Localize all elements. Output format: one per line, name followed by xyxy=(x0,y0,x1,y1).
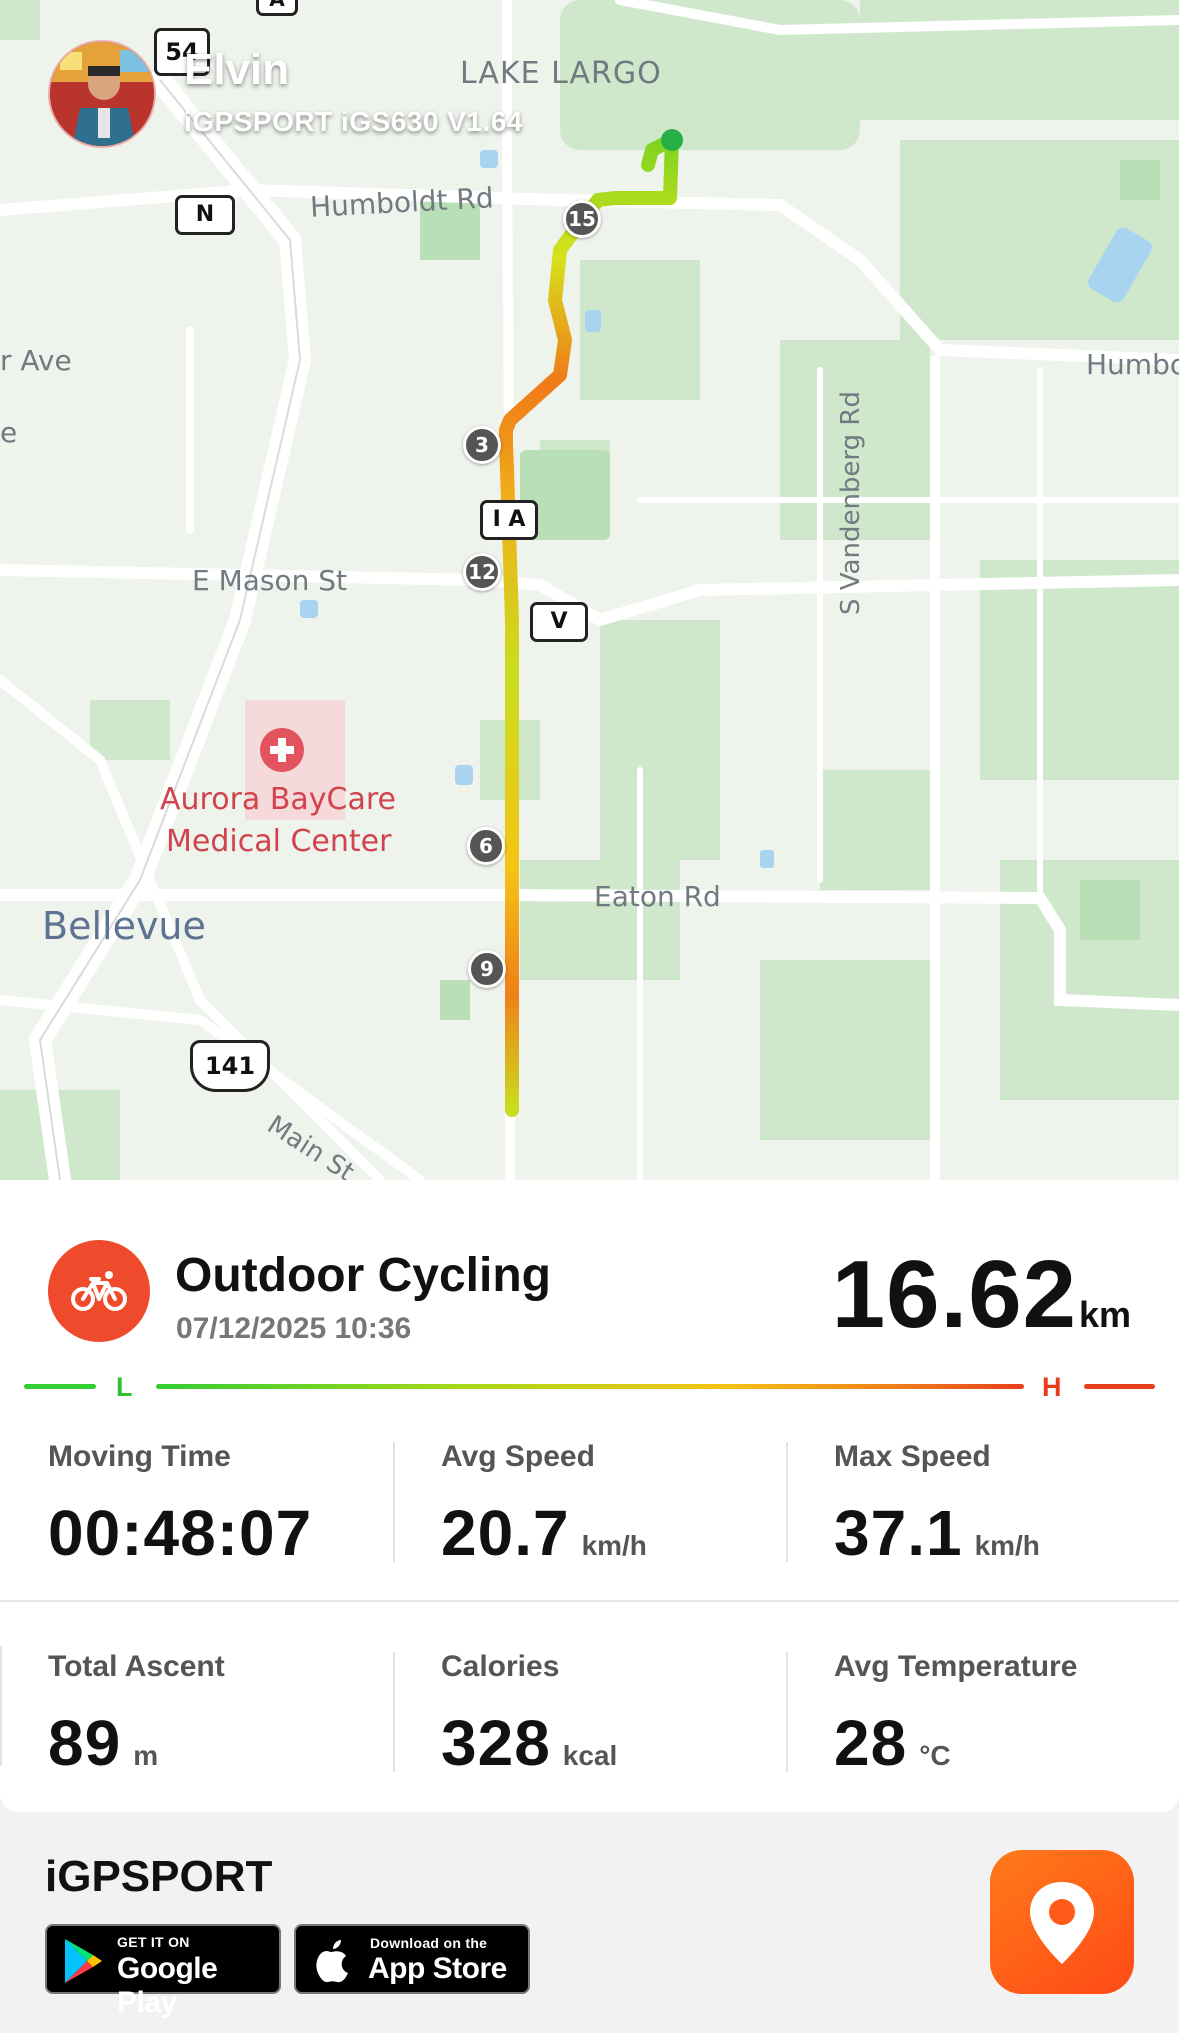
stat-value: 37.1 xyxy=(834,1497,963,1569)
apple-icon xyxy=(316,1940,348,1983)
route-start-dot xyxy=(661,129,683,151)
stat-value: 89 xyxy=(48,1707,122,1779)
stat-total-ascent: Total Ascent 89 m xyxy=(0,1640,393,1800)
activity-header: Outdoor Cycling 07/12/2025 10:36 16.62 k… xyxy=(48,1240,1131,1350)
stat-value: 328 xyxy=(441,1707,551,1779)
stat-avg-temperature: Avg Temperature 28 °C xyxy=(786,1640,1179,1800)
map-label-r-ave: r Ave xyxy=(0,344,72,377)
stat-label: Moving Time xyxy=(48,1440,231,1473)
app-store-small-text: Download on the xyxy=(370,1935,488,1951)
lap-marker[interactable]: 9 xyxy=(468,950,506,988)
stat-label: Avg Temperature xyxy=(834,1650,1078,1683)
stat-value: 00:48:07 xyxy=(48,1497,313,1569)
stat-unit: km/h xyxy=(974,1530,1040,1561)
stat-label: Avg Speed xyxy=(441,1440,595,1473)
map-background xyxy=(0,0,1179,1180)
map-label-bellevue: Bellevue xyxy=(42,904,206,948)
app-store-button[interactable]: Download on the App Store xyxy=(294,1924,530,1994)
stat-avg-speed: Avg Speed 20.7 km/h xyxy=(393,1430,786,1590)
map-label-hospital-line1: Aurora BayCare xyxy=(160,782,397,817)
stat-label: Total Ascent xyxy=(48,1650,225,1683)
app-store-big-text: App Store xyxy=(368,1952,507,1985)
stat-value: 28 xyxy=(834,1707,908,1779)
legend-low-label: L xyxy=(116,1372,133,1402)
lap-marker[interactable]: 3 xyxy=(463,426,501,464)
road-shield-ia: I A xyxy=(480,500,538,540)
legend-high-bar xyxy=(1084,1384,1155,1389)
speed-color-legend: L H xyxy=(24,1372,1155,1402)
distance-unit: km xyxy=(1078,1294,1131,1335)
map-label-hospital-line2: Medical Center xyxy=(166,824,392,859)
map-label-s-vandenberg-rd: S Vandenberg Rd xyxy=(836,391,866,615)
stat-label: Max Speed xyxy=(834,1440,991,1473)
activity-title: Outdoor Cycling xyxy=(175,1249,551,1302)
lap-marker[interactable]: 15 xyxy=(563,200,601,238)
avatar[interactable] xyxy=(48,40,156,148)
legend-gradient-bar xyxy=(156,1384,1024,1389)
map-label-e-edge: e xyxy=(0,416,18,449)
stats-row-2: Total Ascent 89 m Calories 328 kcal Avg … xyxy=(0,1640,1179,1800)
road-shield-141: 141 xyxy=(190,1040,270,1092)
google-play-button[interactable]: GET IT ON Google Play xyxy=(45,1924,281,2019)
map-label-humboldt-east: Humbo xyxy=(1086,348,1179,381)
road-shield-v: V xyxy=(530,602,588,642)
bicycle-icon xyxy=(48,1240,150,1342)
activity-summary-card: Outdoor Cycling 07/12/2025 10:36 16.62 k… xyxy=(0,1180,1179,1812)
stat-max-speed: Max Speed 37.1 km/h xyxy=(786,1430,1179,1590)
user-header: Elvin iGPSPORT iGS630 V1.64 xyxy=(48,40,523,148)
footer: iGPSPORT GET IT ON Google Play Download … xyxy=(0,1812,1179,2033)
distance-value: 16.62 xyxy=(831,1241,1077,1348)
stat-calories: Calories 328 kcal xyxy=(393,1640,786,1800)
stat-unit: m xyxy=(133,1740,159,1771)
user-name: Elvin xyxy=(184,45,290,94)
activity-datetime: 07/12/2025 10:36 xyxy=(176,1312,412,1345)
distance-total: 16.62 km xyxy=(832,1240,1131,1350)
google-play-small-text: GET IT ON xyxy=(117,1934,190,1950)
stat-moving-time: Moving Time 00:48:07 xyxy=(0,1430,393,1590)
lap-marker[interactable]: 12 xyxy=(463,553,501,591)
stat-value: 20.7 xyxy=(441,1497,570,1569)
stats-divider xyxy=(0,1600,1179,1602)
stat-label: Calories xyxy=(441,1650,560,1683)
legend-high-label: H xyxy=(1042,1372,1062,1402)
lap-marker[interactable]: 6 xyxy=(467,827,505,865)
route-map[interactable]: LAKE LARGO Humboldt Rd Humbo r Ave e E M… xyxy=(0,0,1179,1180)
stat-unit: °C xyxy=(919,1740,951,1771)
road-shield-a: A xyxy=(256,0,298,16)
stats-row-1: Moving Time 00:48:07 Avg Speed 20.7 km/h… xyxy=(0,1430,1179,1590)
legend-low-bar xyxy=(24,1384,96,1389)
google-play-big-text: Google Play xyxy=(117,1952,218,2019)
map-pin-icon xyxy=(1030,1882,1094,1964)
map-label-e-mason-st: E Mason St xyxy=(192,564,348,597)
map-label-eaton-rd: Eaton Rd xyxy=(594,880,721,913)
stat-unit: kcal xyxy=(562,1740,618,1771)
road-shield-n: N xyxy=(175,195,235,235)
device-name: iGPSPORT iGS630 V1.64 xyxy=(184,106,523,137)
brand-name: iGPSPORT xyxy=(45,1852,273,1901)
stat-unit: km/h xyxy=(581,1530,647,1561)
google-play-icon xyxy=(65,1939,102,1983)
igpsport-app-icon[interactable] xyxy=(990,1850,1134,1994)
